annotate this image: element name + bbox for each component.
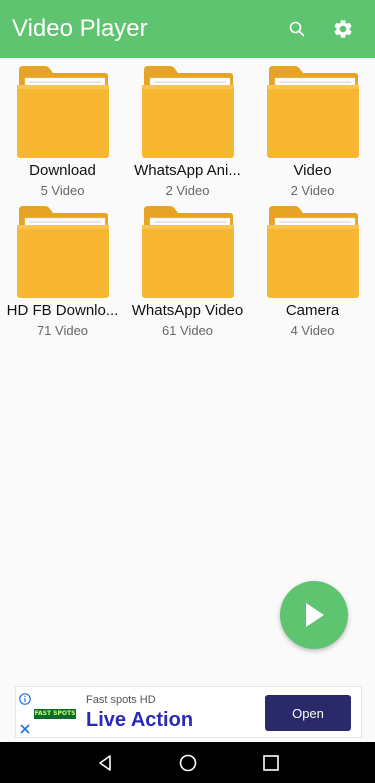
ad-sponsor: Fast spots HD xyxy=(86,694,156,706)
folder-count: 2 Video xyxy=(165,183,210,198)
folder-count: 2 Video xyxy=(290,183,335,198)
search-icon xyxy=(289,21,305,37)
folder-name: Video xyxy=(293,162,332,179)
close-icon[interactable] xyxy=(19,723,31,735)
back-icon[interactable] xyxy=(96,754,114,772)
folder-grid: Download 5 Video WhatsApp Ani... 2 Video… xyxy=(0,62,375,342)
page-title: Video Player xyxy=(12,15,148,42)
folder-count: 71 Video xyxy=(36,323,89,338)
recents-icon[interactable] xyxy=(262,754,280,772)
folder-item[interactable]: WhatsApp Ani... 2 Video xyxy=(125,62,250,202)
folder-item[interactable]: Camera 4 Video xyxy=(250,202,375,342)
app-bar: Video Player xyxy=(0,0,375,58)
folder-count: 5 Video xyxy=(40,183,85,198)
gear-icon xyxy=(334,20,352,38)
system-nav-bar xyxy=(0,742,375,783)
folder-name: WhatsApp Video xyxy=(131,302,244,319)
home-icon[interactable] xyxy=(179,754,197,772)
folder-name: WhatsApp Ani... xyxy=(134,162,241,179)
folder-count: 61 Video xyxy=(161,323,214,338)
app-bar-actions xyxy=(277,9,363,49)
folder-icon xyxy=(141,206,234,298)
folder-item[interactable]: Download 5 Video xyxy=(0,62,125,202)
folder-item[interactable]: HD FB Downlo... 71 Video xyxy=(0,202,125,342)
folder-item[interactable]: Video 2 Video xyxy=(250,62,375,202)
folder-name: Camera xyxy=(285,302,340,319)
folder-name: HD FB Downlo... xyxy=(6,302,119,319)
ad-headline: Live Action xyxy=(86,709,194,731)
ad-open-button[interactable]: Open xyxy=(265,695,351,731)
settings-button[interactable] xyxy=(323,9,363,49)
folder-icon xyxy=(141,66,234,158)
folder-icon xyxy=(16,206,109,298)
play-icon xyxy=(306,603,324,627)
folder-icon xyxy=(266,66,359,158)
folder-name: Download xyxy=(29,162,96,179)
folder-icon xyxy=(266,206,359,298)
info-icon[interactable] xyxy=(19,693,31,705)
ad-logo: FAST SPOTS xyxy=(34,709,76,719)
search-button[interactable] xyxy=(277,9,317,49)
ad-banner[interactable]: FAST SPOTS Fast spots HD Live Action Ope… xyxy=(15,686,362,738)
folder-count: 4 Video xyxy=(290,323,335,338)
folder-icon xyxy=(16,66,109,158)
play-button[interactable] xyxy=(280,581,348,649)
folder-item[interactable]: WhatsApp Video 61 Video xyxy=(125,202,250,342)
